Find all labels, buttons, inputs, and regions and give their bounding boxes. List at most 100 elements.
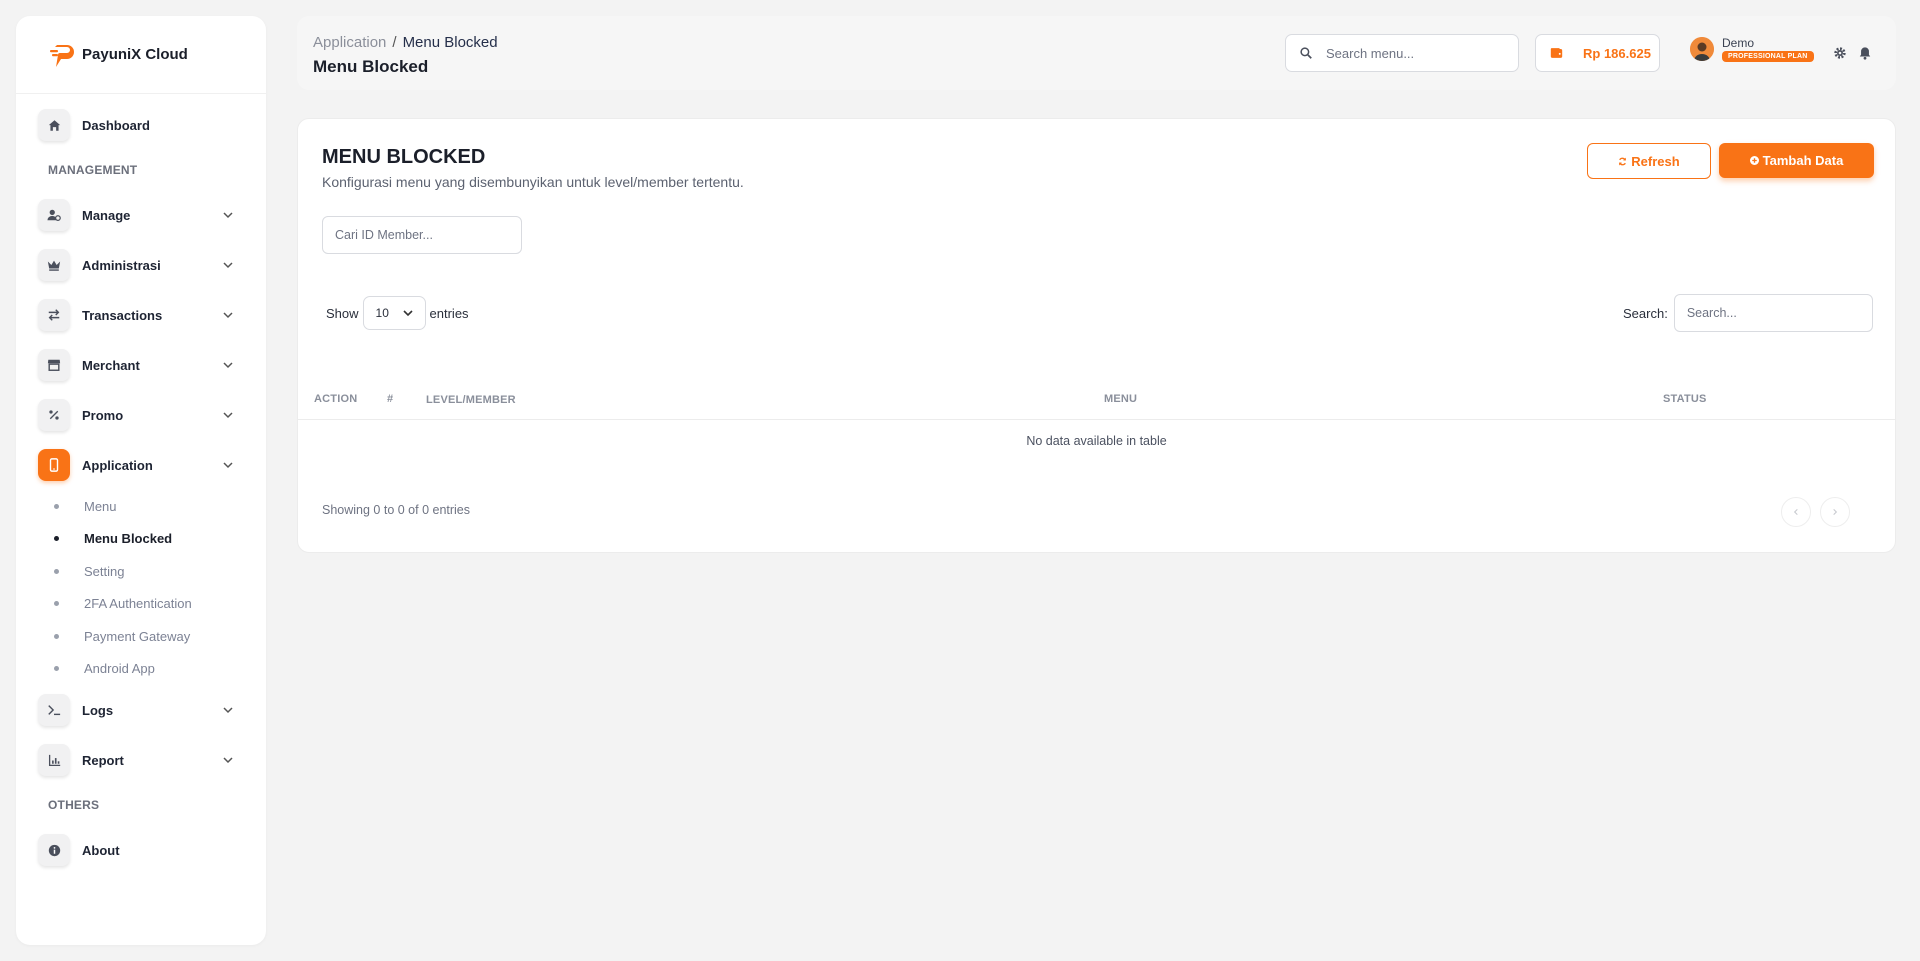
wallet-icon — [1550, 48, 1563, 58]
submenu-label: Setting — [84, 563, 125, 579]
submenu-label: Menu — [84, 498, 117, 514]
pagination-next-button[interactable] — [1820, 497, 1850, 527]
user-name: Demo — [1722, 36, 1755, 50]
sidebar-item-merchant[interactable]: Merchant — [16, 340, 266, 390]
home-icon — [38, 109, 70, 141]
search-icon — [1300, 47, 1312, 59]
sidebar-item-label: Logs — [82, 702, 114, 718]
bell-icon[interactable] — [1858, 46, 1872, 60]
sidebar-item-logs[interactable]: Logs — [16, 685, 266, 735]
bullet-icon — [54, 601, 59, 607]
refresh-label: Refresh — [1631, 153, 1680, 169]
sidebar-item-administrasi[interactable]: Administrasi — [16, 240, 266, 290]
sidebar-item-dashboard[interactable]: Dashboard — [16, 100, 266, 150]
avatar — [1690, 37, 1714, 61]
brand[interactable]: PayuniX Cloud — [16, 16, 266, 94]
column-header-action[interactable]: ACTION — [314, 393, 357, 405]
bullet-icon — [54, 503, 59, 509]
refresh-button[interactable]: Refresh — [1587, 143, 1711, 179]
submenu-label: Payment Gateway — [84, 628, 191, 644]
gear-icon[interactable] — [1833, 46, 1847, 60]
balance-amount: Rp 186.625 — [1583, 45, 1651, 61]
submenu-item-setting[interactable]: Setting — [16, 555, 266, 588]
submenu-item-menu[interactable]: Menu — [16, 490, 266, 523]
chevron-down-icon — [223, 707, 233, 714]
member-id-search-input[interactable] — [322, 216, 522, 254]
submenu-item-menu-blocked[interactable]: Menu Blocked — [16, 523, 266, 556]
app-name: PayuniX Cloud — [82, 46, 188, 63]
menu-search-input[interactable] — [1326, 45, 1496, 61]
page-length-control: Show 10 entries — [326, 296, 469, 330]
column-header-number[interactable]: # — [387, 393, 393, 405]
breadcrumb-parent[interactable]: Application — [313, 34, 386, 51]
user-menu[interactable]: Demo PROFESSIONAL PLAN — [1690, 36, 1814, 62]
chevron-down-icon — [402, 310, 413, 317]
chevron-left-icon — [1793, 508, 1798, 516]
sidebar-item-application[interactable]: Application — [16, 440, 266, 490]
submenu-item-android-app[interactable]: Android App — [16, 653, 266, 686]
sidebar-item-label: Administrasi — [82, 257, 161, 273]
section-title-others: OTHERS — [48, 798, 100, 812]
sidebar-item-label: Report — [82, 752, 124, 768]
bullet-icon — [54, 633, 59, 639]
sidebar-item-label: Transactions — [82, 307, 163, 323]
chart-icon — [38, 744, 70, 776]
sidebar-item-promo[interactable]: Promo — [16, 390, 266, 440]
submenu-label: Menu Blocked — [84, 531, 173, 547]
sidebar-item-about[interactable]: About — [16, 825, 266, 875]
user-info: Demo PROFESSIONAL PLAN — [1722, 36, 1814, 62]
sidebar-item-label: Manage — [82, 207, 131, 223]
sidebar-item-label: Merchant — [82, 357, 140, 373]
entries-select[interactable]: 10 — [362, 296, 426, 330]
chevron-down-icon — [223, 262, 233, 269]
chevron-down-icon — [223, 212, 233, 219]
breadcrumb-separator: / — [392, 34, 397, 51]
column-header-menu[interactable]: MENU — [1104, 393, 1137, 405]
table-search-input[interactable] — [1673, 294, 1873, 332]
sidebar-item-manage[interactable]: Manage — [16, 190, 266, 240]
plan-badge: PROFESSIONAL PLAN — [1722, 51, 1814, 62]
pagination-previous-button[interactable] — [1781, 497, 1811, 527]
show-label: Show — [326, 305, 359, 321]
section-title-management: MANAGEMENT — [48, 163, 138, 177]
user-gear-icon — [38, 199, 70, 231]
table-divider — [298, 419, 1895, 420]
entries-label: entries — [429, 305, 469, 321]
sidebar-item-label: Dashboard — [82, 117, 150, 133]
add-data-label: Tambah Data — [1762, 153, 1844, 168]
breadcrumb: Application / Menu Blocked — [313, 34, 498, 51]
submenu-item-payment-gateway[interactable]: Payment Gateway — [16, 620, 266, 653]
add-data-button[interactable]: Tambah Data — [1719, 143, 1874, 178]
column-header-level-member[interactable]: LEVEL/MEMBER — [426, 394, 516, 406]
sidebar-item-transactions[interactable]: Transactions — [16, 290, 266, 340]
page-title: Menu Blocked — [313, 57, 429, 76]
mobile-icon — [38, 449, 70, 481]
percent-icon — [38, 399, 70, 431]
sidebar-nav: Dashboard MANAGEMENT Manage Administrasi… — [16, 94, 266, 875]
plus-circle-icon — [1749, 156, 1759, 165]
application-submenu: Menu Menu Blocked Setting 2FA Authentica… — [16, 490, 266, 685]
entries-value: 10 — [375, 306, 389, 320]
card-title: MENU BLOCKED — [322, 146, 486, 168]
card-subtitle: Konfigurasi menu yang disembunyikan untu… — [322, 174, 744, 190]
column-header-status[interactable]: STATUS — [1663, 393, 1707, 405]
menu-blocked-card: MENU BLOCKED Konfigurasi menu yang disem… — [297, 118, 1896, 553]
bullet-icon — [54, 568, 59, 574]
submenu-item-2fa[interactable]: 2FA Authentication — [16, 588, 266, 621]
refresh-icon — [1619, 157, 1627, 165]
sidebar-item-label: Application — [82, 457, 153, 473]
topbar: Application / Menu Blocked Menu Blocked Rp… — [297, 16, 1896, 90]
menu-search — [1285, 34, 1519, 72]
submenu-label: 2FA Authentication — [84, 596, 192, 612]
payunix-logo-icon — [48, 41, 78, 69]
search-label: Search: — [1623, 305, 1668, 321]
store-icon — [38, 349, 70, 381]
balance-box[interactable]: Rp 186.625 — [1535, 34, 1660, 72]
chevron-down-icon — [223, 757, 233, 764]
sidebar-item-label: Promo — [82, 407, 124, 423]
bullet-icon — [54, 666, 59, 672]
sidebar-item-report[interactable]: Report — [16, 735, 266, 785]
chevron-right-icon — [1833, 508, 1838, 516]
sidebar: PayuniX Cloud Dashboard MANAGEMENT Manag… — [16, 16, 266, 945]
submenu-label: Android App — [84, 661, 155, 677]
